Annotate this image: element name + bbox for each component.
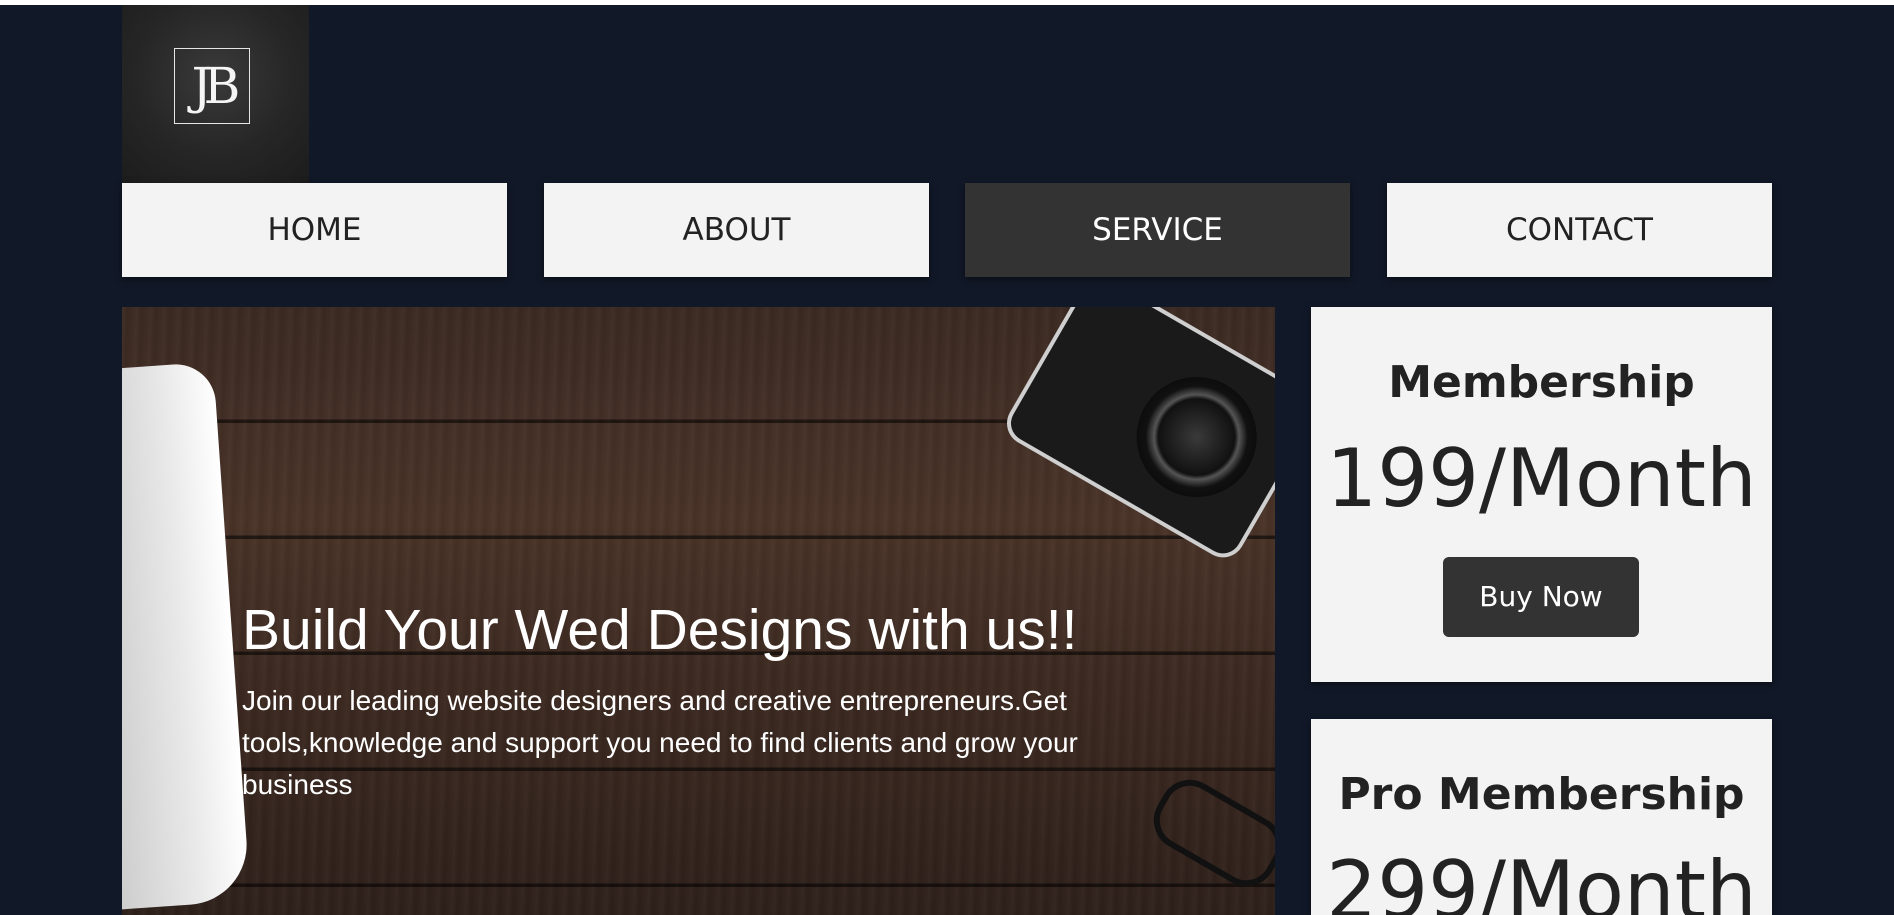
pro-membership-card: Pro Membership 299/Month xyxy=(1311,719,1772,915)
plan-title: Membership xyxy=(1388,357,1695,408)
plan-price: 199/Month xyxy=(1326,432,1757,525)
nav-about[interactable]: ABOUT xyxy=(544,183,929,277)
laptop-image xyxy=(122,361,251,913)
camera-image xyxy=(1004,307,1275,560)
membership-card: Membership 199/Month Buy Now xyxy=(1311,307,1772,682)
nav-contact[interactable]: CONTACT xyxy=(1387,183,1772,277)
buy-now-button[interactable]: Buy Now xyxy=(1443,557,1639,637)
hero-description: Join our leading website designers and c… xyxy=(242,685,1078,800)
logo[interactable]: JB xyxy=(122,5,309,183)
camera-lens xyxy=(1114,355,1275,519)
nav-service[interactable]: SERVICE xyxy=(965,183,1350,277)
plan-price: 299/Month xyxy=(1326,844,1757,915)
glasses-image xyxy=(1142,768,1275,898)
nav-home[interactable]: HOME xyxy=(122,183,507,277)
hero-banner: Build Your Wed Designs with us!! Join ou… xyxy=(122,307,1275,915)
logo-frame: JB xyxy=(174,48,250,124)
logo-text: JB xyxy=(191,57,241,115)
plan-title: Pro Membership xyxy=(1338,769,1745,820)
hero-title: Build Your Wed Designs with us!! xyxy=(242,598,1078,662)
